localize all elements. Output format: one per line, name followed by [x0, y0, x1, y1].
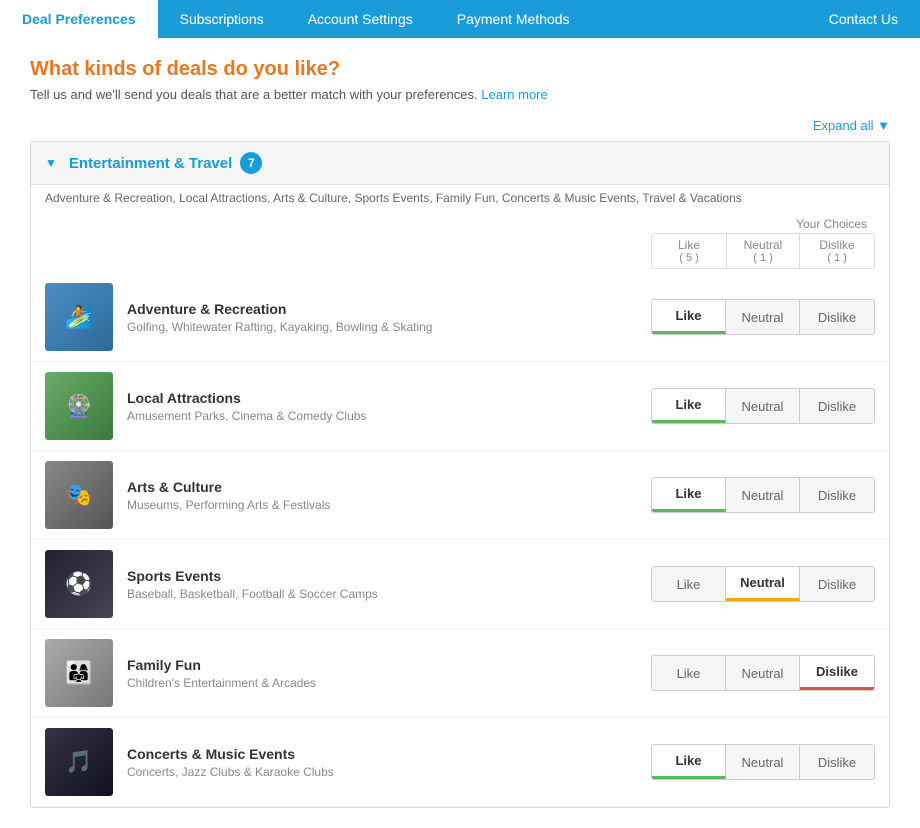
category-row-local: 🎡 Local Attractions Amusement Parks, Cin… — [31, 362, 889, 451]
cat-desc-family: Children's Entertainment & Arcades — [127, 676, 651, 690]
pref-buttons-local: Like Neutral Dislike — [651, 388, 875, 424]
cat-desc-concerts: Concerts, Jazz Clubs & Karaoke Clubs — [127, 765, 651, 779]
like-btn-arts[interactable]: Like — [652, 478, 726, 512]
nav-deal-preferences[interactable]: Deal Preferences — [0, 0, 158, 38]
cat-thumbnail-local: 🎡 — [45, 372, 113, 440]
cat-info-adventure: Adventure & Recreation Golfing, Whitewat… — [127, 301, 651, 334]
entertainment-travel-section: ▼ Entertainment & Travel 7 Adventure & R… — [30, 141, 890, 808]
category-row-concerts: 🎵 Concerts & Music Events Concerts, Jazz… — [31, 718, 889, 807]
like-btn-concerts[interactable]: Like — [652, 745, 726, 779]
section-count: 7 — [240, 152, 262, 174]
category-row-adventure: 🏄 Adventure & Recreation Golfing, Whitew… — [31, 273, 889, 362]
like-btn-sports[interactable]: Like — [652, 567, 726, 601]
page-subtext: Tell us and we'll send you deals that ar… — [30, 87, 890, 102]
cat-thumbnail-concerts: 🎵 — [45, 728, 113, 796]
cat-name-concerts: Concerts & Music Events — [127, 746, 651, 762]
cat-thumbnail-adventure: 🏄 — [45, 283, 113, 351]
cat-name-arts: Arts & Culture — [127, 479, 651, 495]
like-btn-local[interactable]: Like — [652, 389, 726, 423]
neutral-btn-local[interactable]: Neutral — [726, 389, 800, 423]
cat-info-concerts: Concerts & Music Events Concerts, Jazz C… — [127, 746, 651, 779]
like-btn-family[interactable]: Like — [652, 656, 726, 690]
dislike-btn-sports[interactable]: Dislike — [800, 567, 874, 601]
cat-info-arts: Arts & Culture Museums, Performing Arts … — [127, 479, 651, 512]
nav-contact-us[interactable]: Contact Us — [807, 0, 920, 38]
section-title: Entertainment & Travel — [69, 155, 232, 172]
category-row-family: 👨‍👩‍👧 Family Fun Children's Entertainmen… — [31, 629, 889, 718]
page-heading: What kinds of deals do you like? — [30, 58, 890, 81]
neutral-col-header: Neutral ( 1 ) — [726, 234, 800, 268]
dislike-col-header: Dislike ( 1 ) — [800, 234, 874, 268]
cat-info-family: Family Fun Children's Entertainment & Ar… — [127, 657, 651, 690]
dislike-btn-family[interactable]: Dislike — [800, 656, 874, 690]
cat-desc-adventure: Golfing, Whitewater Rafting, Kayaking, B… — [127, 320, 651, 334]
like-col-header: Like ( 5 ) — [652, 234, 726, 268]
nav-payment-methods[interactable]: Payment Methods — [435, 0, 592, 38]
dislike-btn-arts[interactable]: Dislike — [800, 478, 874, 512]
section-header: ▼ Entertainment & Travel 7 — [31, 142, 889, 185]
main-content: What kinds of deals do you like? Tell us… — [0, 38, 920, 828]
cat-name-adventure: Adventure & Recreation — [127, 301, 651, 317]
learn-more-link[interactable]: Learn more — [481, 87, 547, 102]
cat-thumbnail-family: 👨‍👩‍👧 — [45, 639, 113, 707]
expand-all-button[interactable]: Expand all ▼ — [813, 118, 890, 133]
pref-buttons-family: Like Neutral Dislike — [651, 655, 875, 691]
cat-desc-arts: Museums, Performing Arts & Festivals — [127, 498, 651, 512]
cat-name-local: Local Attractions — [127, 390, 651, 406]
main-nav: Deal Preferences Subscriptions Account S… — [0, 0, 920, 38]
cat-desc-sports: Baseball, Basketball, Football & Soccer … — [127, 587, 651, 601]
dislike-btn-local[interactable]: Dislike — [800, 389, 874, 423]
dislike-btn-concerts[interactable]: Dislike — [800, 745, 874, 779]
cat-info-local: Local Attractions Amusement Parks, Cinem… — [127, 390, 651, 423]
cat-thumbnail-arts: 🎭 — [45, 461, 113, 529]
categories-container: 🏄 Adventure & Recreation Golfing, Whitew… — [31, 273, 889, 807]
like-btn-adventure[interactable]: Like — [652, 300, 726, 334]
category-row-sports: ⚽ Sports Events Baseball, Basketball, Fo… — [31, 540, 889, 629]
pref-buttons-adventure: Like Neutral Dislike — [651, 299, 875, 335]
pref-buttons-concerts: Like Neutral Dislike — [651, 744, 875, 780]
cat-info-sports: Sports Events Baseball, Basketball, Foot… — [127, 568, 651, 601]
cat-name-sports: Sports Events — [127, 568, 651, 584]
pref-buttons-arts: Like Neutral Dislike — [651, 477, 875, 513]
neutral-btn-sports[interactable]: Neutral — [726, 567, 800, 601]
collapse-icon[interactable]: ▼ — [45, 156, 57, 170]
your-choices-label: Your Choices — [796, 217, 867, 231]
cat-name-family: Family Fun — [127, 657, 651, 673]
neutral-btn-arts[interactable]: Neutral — [726, 478, 800, 512]
cat-desc-local: Amusement Parks, Cinema & Comedy Clubs — [127, 409, 651, 423]
category-row-arts: 🎭 Arts & Culture Museums, Performing Art… — [31, 451, 889, 540]
neutral-btn-concerts[interactable]: Neutral — [726, 745, 800, 779]
pref-buttons-sports: Like Neutral Dislike — [651, 566, 875, 602]
nav-subscriptions[interactable]: Subscriptions — [158, 0, 286, 38]
dislike-btn-adventure[interactable]: Dislike — [800, 300, 874, 334]
section-subcats: Adventure & Recreation, Local Attraction… — [31, 185, 889, 213]
neutral-btn-adventure[interactable]: Neutral — [726, 300, 800, 334]
cat-thumbnail-sports: ⚽ — [45, 550, 113, 618]
section-header-left: ▼ Entertainment & Travel 7 — [45, 152, 262, 174]
neutral-btn-family[interactable]: Neutral — [726, 656, 800, 690]
nav-account-settings[interactable]: Account Settings — [286, 0, 435, 38]
